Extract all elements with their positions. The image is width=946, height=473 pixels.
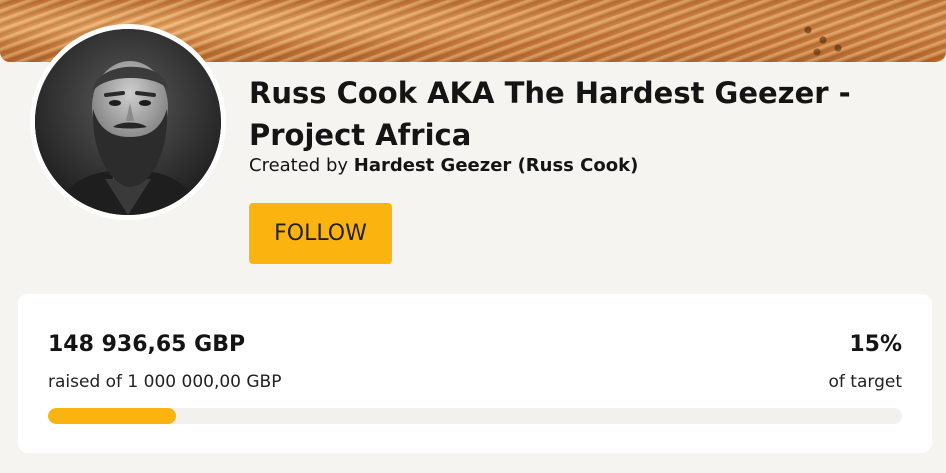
avatar	[30, 24, 226, 220]
raised-amount: 148 936,65 GBP	[48, 332, 246, 357]
created-by-line: Created by Hardest Geezer (Russ Cook)	[249, 155, 638, 176]
created-by-prefix: Created by	[249, 155, 349, 176]
page-title: Russ Cook AKA The Hardest Geezer - Proje…	[249, 76, 851, 152]
fundraising-card: 148 936,65 GBP raised of 1 000 000,00 GB…	[18, 294, 932, 453]
raised-of-target-text: raised of 1 000 000,00 GBP	[48, 372, 282, 392]
progress-bar-track	[48, 408, 902, 424]
bearded-man-portrait-icon	[35, 29, 221, 215]
percent-of-target: 15%	[849, 332, 902, 357]
creator-name[interactable]: Hardest Geezer (Russ Cook)	[354, 155, 639, 176]
of-target-label: of target	[828, 372, 902, 392]
banner-footprints	[796, 18, 856, 58]
progress-bar-fill	[48, 408, 177, 424]
avatar-photo	[35, 29, 221, 215]
follow-button[interactable]: FOLLOW	[249, 203, 392, 264]
